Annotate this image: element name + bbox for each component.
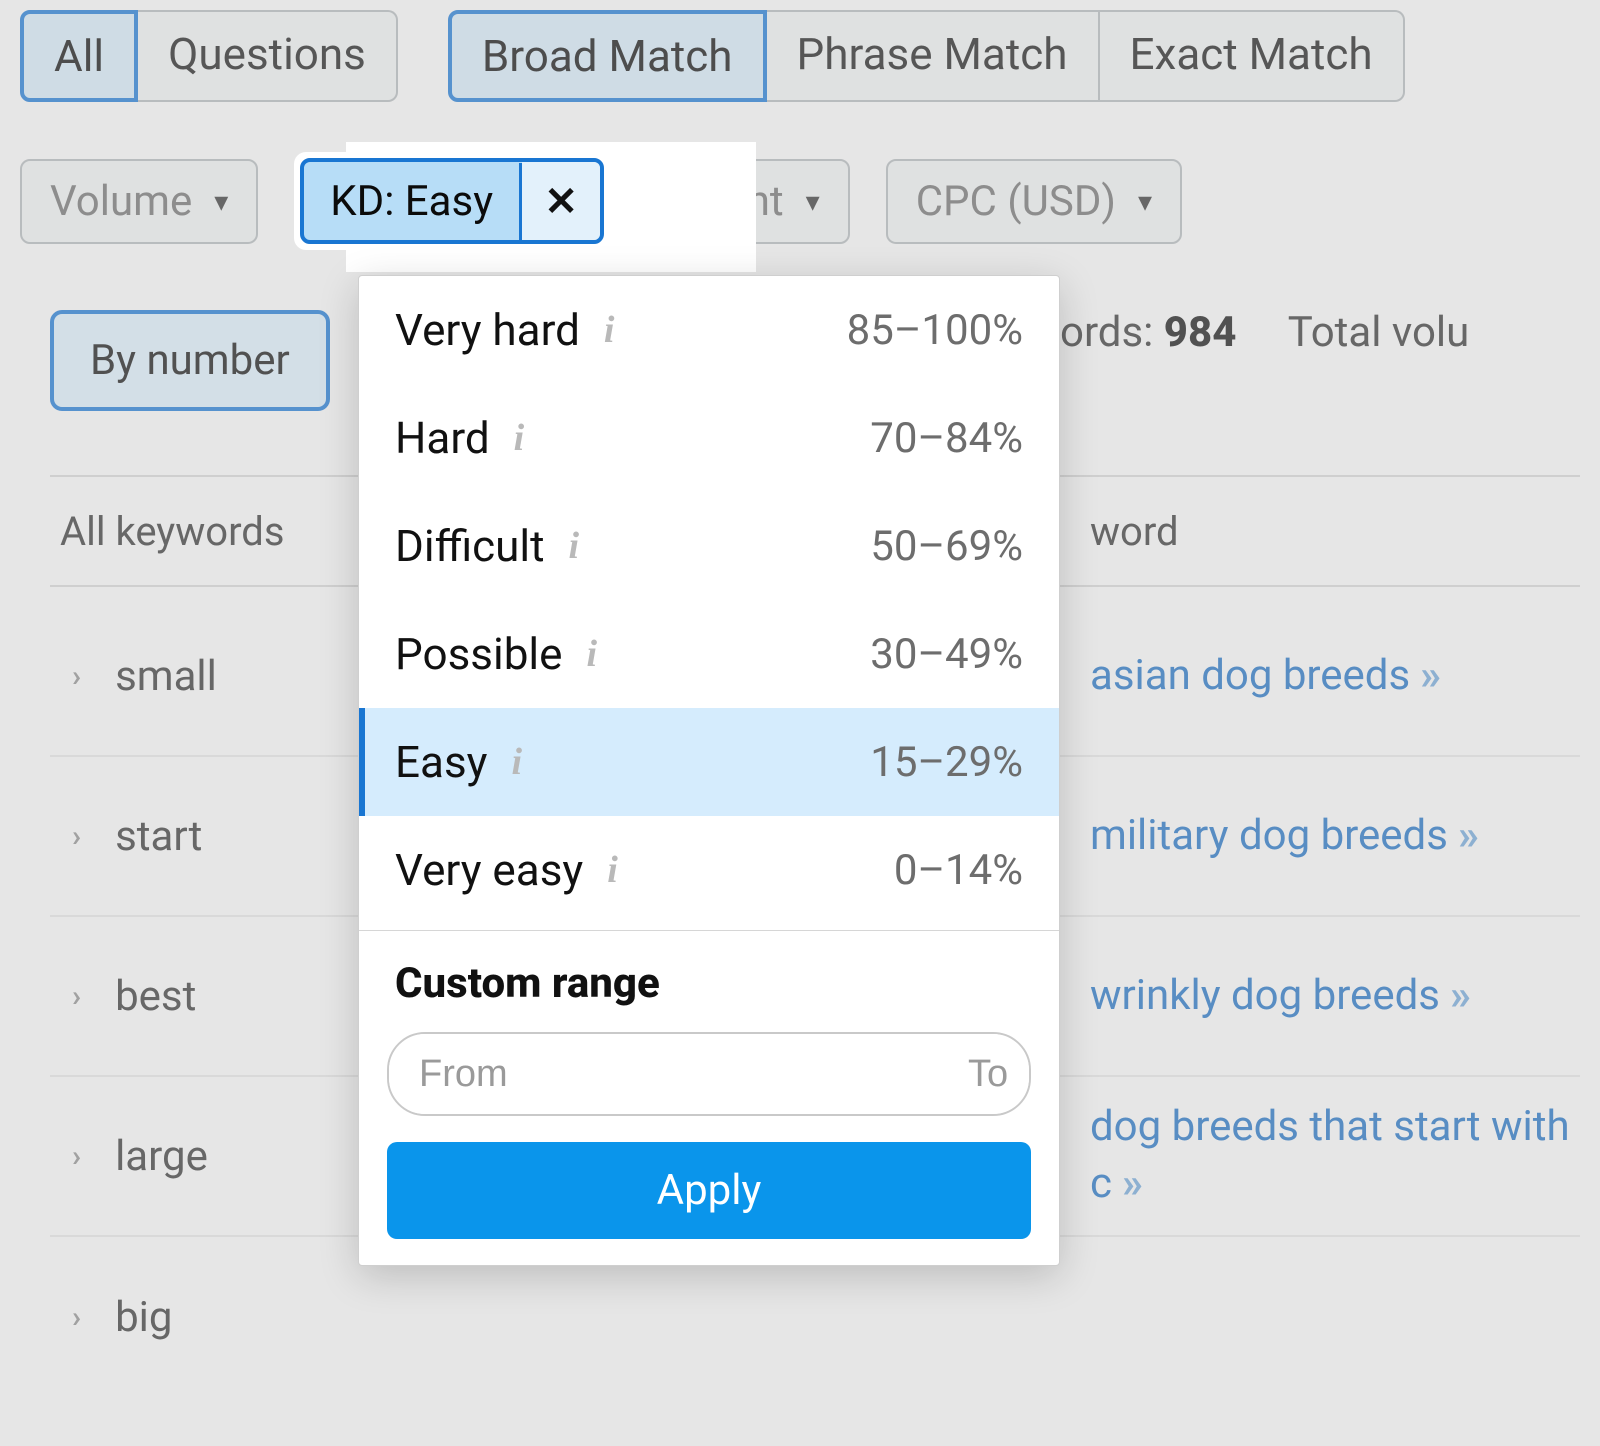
double-chevron-icon: » [1122, 1159, 1143, 1208]
tab-broad-match[interactable]: Broad Match [448, 10, 767, 102]
custom-range-inputs [387, 1032, 1031, 1116]
kd-option-label: Very easy [395, 844, 583, 896]
tab-exact-match[interactable]: Exact Match [1100, 10, 1405, 102]
keyword-text: military dog breeds [1090, 811, 1448, 860]
tab-all[interactable]: All [20, 10, 138, 102]
info-icon[interactable]: i [607, 848, 618, 892]
keyword-text: dog breeds that start with c [1090, 1102, 1570, 1208]
kd-option-range: 15–29% [870, 738, 1023, 787]
keyword-group-label: small [115, 652, 217, 701]
info-icon[interactable]: i [569, 524, 580, 568]
apply-button[interactable]: Apply [387, 1142, 1031, 1239]
keyword-link[interactable]: dog breeds that start with c» [1090, 1099, 1570, 1212]
filter-cpc[interactable]: CPC (USD) ▾ [886, 159, 1182, 244]
chevron-right-icon: › [72, 1300, 81, 1335]
double-chevron-icon: » [1450, 971, 1471, 1020]
keyword-group-label: best [115, 972, 196, 1021]
kd-option-range: 30–49% [870, 630, 1023, 679]
column-keyword: word [1090, 508, 1179, 555]
chevron-right-icon: › [72, 1139, 81, 1174]
custom-range-title: Custom range [359, 941, 1059, 1026]
keyword-group[interactable]: › big [50, 1293, 1090, 1342]
kd-option-range: 0–14% [894, 846, 1023, 895]
chevron-down-icon: ▾ [806, 185, 820, 218]
keyword-link[interactable]: wrinkly dog breeds» [1090, 968, 1471, 1025]
custom-range-to-input[interactable] [938, 1034, 1031, 1114]
kd-option-label: Difficult [395, 520, 545, 572]
chevron-right-icon: › [72, 979, 81, 1014]
sort-by-number-button[interactable]: By number [50, 310, 330, 411]
tab-row: All Questions Broad Match Phrase Match E… [0, 0, 1600, 102]
keyword-text: wrinkly dog breeds [1090, 971, 1440, 1020]
kd-option-possible[interactable]: Possible i 30–49% [359, 600, 1059, 708]
tab-group-match: Broad Match Phrase Match Exact Match [448, 10, 1405, 102]
filter-cpc-label: CPC (USD) [916, 177, 1116, 226]
keyword-group-label: large [115, 1132, 208, 1181]
keyword-group-label: start [115, 812, 202, 861]
filter-kd[interactable]: KD: Easy ✕ [294, 152, 610, 250]
kd-option-range: 70–84% [870, 414, 1023, 463]
kd-option-difficult[interactable]: Difficult i 50–69% [359, 492, 1059, 600]
kd-option-very-hard[interactable]: Very hard i 85–100% [359, 276, 1059, 384]
info-icon[interactable]: i [586, 632, 597, 676]
filter-kd-label: KD: Easy [304, 163, 522, 240]
keyword-text: asian dog breeds [1090, 651, 1410, 700]
kd-option-very-easy[interactable]: Very easy i 0–14% [359, 816, 1059, 924]
info-icon[interactable]: i [514, 416, 525, 460]
keyword-group-label: big [115, 1293, 172, 1342]
filter-volume-label: Volume [50, 177, 192, 226]
kd-option-label: Very hard [395, 304, 580, 356]
keyword-link[interactable]: military dog breeds» [1090, 808, 1479, 865]
custom-range-from-input[interactable] [389, 1034, 938, 1114]
kd-option-label: Hard [395, 412, 490, 464]
filter-kd-clear[interactable]: ✕ [522, 162, 600, 240]
close-icon: ✕ [544, 178, 578, 225]
stats-total-volume-label: Total volu [1288, 308, 1470, 357]
kd-option-easy[interactable]: Easyi 15–29% [359, 708, 1059, 816]
double-chevron-icon: » [1458, 811, 1479, 860]
kd-option-range: 50–69% [870, 522, 1023, 571]
stats-keywords-label: ords: [1060, 308, 1164, 357]
keyword-link[interactable]: asian dog breeds» [1090, 648, 1441, 705]
chevron-down-icon: ▾ [214, 185, 228, 218]
kd-dropdown: Very hardi 85–100% Hardi 70–84% Difficul… [358, 275, 1060, 1266]
filter-row: Volume ▾ KD: Easy ✕ Intent ▾ CPC (USD) ▾ [0, 102, 1600, 250]
stats-keywords-count: 984 [1164, 308, 1237, 357]
chevron-right-icon: › [72, 819, 81, 854]
tab-group-type: All Questions [20, 10, 398, 102]
info-icon[interactable]: i [604, 308, 615, 352]
divider [359, 930, 1059, 931]
tab-questions[interactable]: Questions [138, 10, 398, 102]
kd-option-label: Easy [395, 736, 487, 788]
tab-phrase-match[interactable]: Phrase Match [767, 10, 1100, 102]
kd-option-label: Possible [395, 628, 562, 680]
stats-summary: ords: 984 Total volu [1060, 308, 1469, 357]
info-icon[interactable]: i [511, 740, 522, 784]
kd-option-range: 85–100% [847, 306, 1023, 355]
filter-volume[interactable]: Volume ▾ [20, 159, 258, 244]
chevron-down-icon: ▾ [1138, 185, 1152, 218]
kd-option-hard[interactable]: Hardi 70–84% [359, 384, 1059, 492]
double-chevron-icon: » [1420, 651, 1441, 700]
chevron-right-icon: › [72, 659, 81, 694]
